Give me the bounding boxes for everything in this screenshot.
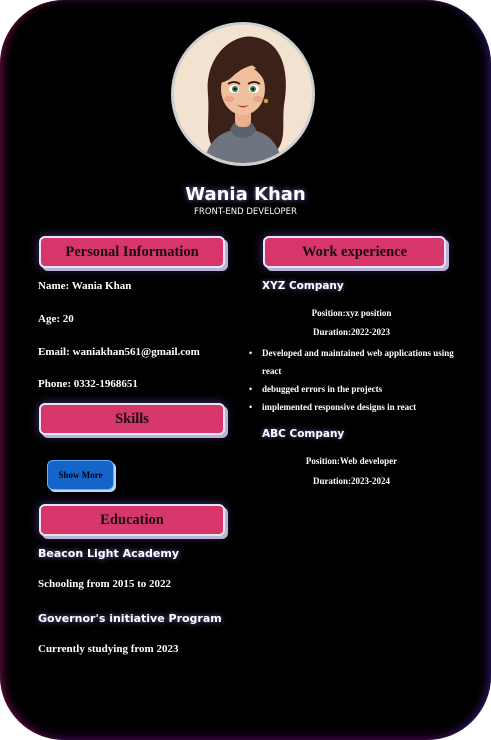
personal-information-heading: Personal Information [39,236,225,268]
list-item: implemented responsive designs in react [249,398,454,416]
job-responsibilities-list: Developed and maintained web application… [249,344,454,416]
work-experience-heading: Work experience [263,236,446,268]
personal-phone-text: Phone: 0332-1968651 [38,378,138,390]
job-duration: Duration:2023-2024 [313,476,390,486]
profile-name: Wania Khan [185,184,306,205]
personal-email-text: Email: waniakhan561@gmail.com [38,346,200,358]
job-duration: Duration:2022-2023 [313,327,390,337]
list-item: debugged errors in the projects [249,380,454,398]
job-position: Position:xyz position [311,308,392,318]
education-item-title: Governor's initiative Program [38,612,222,625]
education-item-detail: Schooling from 2015 to 2022 [38,578,172,590]
resume-card: Wania Khan FRONT-END DEVELOPER Personal … [0,0,491,740]
job-company: XYZ Company [262,280,344,292]
education-heading: Education [39,504,225,536]
personal-age-text: Age: 20 [38,313,74,325]
job-position: Position:Web developer [305,456,398,466]
personal-name-text: Name: Wania Khan [38,280,132,292]
education-item-detail: Currently studying from 2023 [38,643,179,655]
job-company: ABC Company [262,428,345,440]
profile-role: FRONT-END DEVELOPER [194,207,297,217]
profile-avatar [171,22,315,166]
list-item: Developed and maintained web application… [249,344,454,380]
show-more-button[interactable]: Show More [47,460,114,490]
skills-heading: Skills [39,403,225,435]
avatar-illustration-icon [174,25,312,163]
education-item-title: Beacon Light Academy [38,547,180,560]
